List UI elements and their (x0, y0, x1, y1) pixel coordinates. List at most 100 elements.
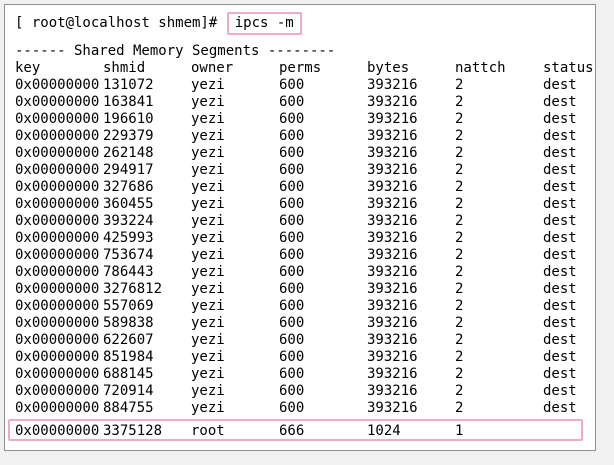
cell-bytes: 393216 (367, 332, 418, 348)
table-row: 0x00000000 262148 yezi 600 393216 2 dest (15, 145, 595, 162)
cell-nattch: 2 (455, 366, 464, 382)
column-header-bytes: bytes (367, 60, 410, 76)
cell-perms: 600 (279, 349, 305, 365)
cell-perms: 600 (279, 298, 305, 314)
cell-nattch: 2 (455, 400, 464, 416)
cell-bytes: 393216 (367, 128, 418, 144)
table-row: 0x00000000 294917 yezi 600 393216 2 dest (15, 162, 595, 179)
command-text: ipcs -m (226, 12, 302, 35)
cell-key: 0x00000000 (15, 213, 100, 229)
cell-key: 0x00000000 (15, 264, 100, 280)
cell-key: 0x00000000 (15, 349, 100, 365)
cell-perms: 600 (279, 366, 305, 382)
cell-shmid: 851984 (103, 349, 154, 365)
cell-key: 0x00000000 (15, 315, 100, 331)
cell-owner: yezi (191, 196, 225, 212)
cell-bytes: 393216 (367, 349, 418, 365)
column-header-shmid: shmid (103, 60, 146, 76)
cell-owner: yezi (191, 213, 225, 229)
cell-owner: yezi (191, 315, 225, 331)
cell-bytes: 393216 (367, 298, 418, 314)
cell-nattch: 2 (455, 281, 464, 297)
cell-bytes: 393216 (367, 264, 418, 280)
cell-owner: yezi (191, 332, 225, 348)
prompt-text: [ root@localhost shmem]# (15, 15, 218, 31)
cell-nattch: 2 (455, 298, 464, 314)
cell-bytes: 393216 (367, 247, 418, 263)
cell-nattch: 2 (455, 230, 464, 246)
cell-perms: 600 (279, 196, 305, 212)
cell-owner: yezi (191, 281, 225, 297)
cell-status: dest (543, 315, 577, 331)
cell-status: dest (543, 162, 577, 178)
cell-perms: 600 (279, 332, 305, 348)
cell-shmid: 753674 (103, 247, 154, 263)
cell-nattch: 2 (455, 213, 464, 229)
cell-shmid: 327686 (103, 179, 154, 195)
cell-nattch: 2 (455, 77, 464, 93)
cell-nattch: 2 (455, 94, 464, 110)
table-row: 0x00000000 753674 yezi 600 393216 2 dest (15, 247, 595, 264)
cell-nattch: 2 (455, 247, 464, 263)
table-row: 0x00000000 884755 yezi 600 393216 2 dest (15, 400, 595, 417)
cell-shmid: 786443 (103, 264, 154, 280)
cell-owner: yezi (191, 145, 225, 161)
cell-bytes: 393216 (367, 281, 418, 297)
cell-status: dest (543, 349, 577, 365)
table-row: 0x00000000 688145 yezi 600 393216 2 dest (15, 366, 595, 383)
cell-perms: 600 (279, 213, 305, 229)
cell-key: 0x00000000 (15, 298, 100, 314)
cell-perms: 600 (279, 145, 305, 161)
cell-shmid: 393224 (103, 213, 154, 229)
cell-owner: yezi (191, 264, 225, 280)
cell-key: 0x00000000 (15, 366, 100, 382)
cell-status: dest (543, 383, 577, 399)
cell-bytes: 393216 (367, 77, 418, 93)
cell-bytes: 393216 (367, 179, 418, 195)
cell-bytes: 393216 (367, 400, 418, 416)
cell-shmid: 425993 (103, 230, 154, 246)
cell-shmid: 622607 (103, 332, 154, 348)
cell-owner: yezi (191, 128, 225, 144)
cell-nattch: 2 (455, 128, 464, 144)
cell-owner: yezi (191, 298, 225, 314)
column-header-owner: owner (191, 60, 234, 76)
table-row: 0x00000000 425993 yezi 600 393216 2 dest (15, 230, 595, 247)
cell-status: dest (543, 128, 577, 144)
table-row: 0x00000000 3276812 yezi 600 393216 2 dest (15, 281, 595, 298)
table-row: 0x00000000 622607 yezi 600 393216 2 dest (15, 332, 595, 349)
table-row: 0x00000000 163841 yezi 600 393216 2 dest (15, 94, 595, 111)
cell-shmid: 557069 (103, 298, 154, 314)
table-row: 0x00000000 393224 yezi 600 393216 2 dest (15, 213, 595, 230)
cell-shmid: 688145 (103, 366, 154, 382)
table-row: 0x00000000 327686 yezi 600 393216 2 dest (15, 179, 595, 196)
shell-prompt-line: [ root@localhost shmem]# ipcs -m (15, 12, 302, 35)
cell-bytes: 393216 (367, 111, 418, 127)
cell-nattch: 2 (455, 349, 464, 365)
cell-status: dest (543, 298, 577, 314)
cell-key: 0x00000000 (15, 145, 100, 161)
cell-owner: yezi (191, 94, 225, 110)
cell-key: 0x00000000 (15, 332, 100, 348)
cell-owner: yezi (191, 247, 225, 263)
terminal-window[interactable]: [ root@localhost shmem]# ipcs -m ------ … (4, 4, 596, 451)
table-header: key shmid owner perms bytes nattch statu… (15, 60, 595, 77)
cell-shmid: 589838 (103, 315, 154, 331)
cell-status: dest (543, 196, 577, 212)
highlighted-row-outline (8, 419, 583, 441)
cell-status: dest (543, 77, 577, 93)
cell-bytes: 393216 (367, 383, 418, 399)
cell-status: dest (543, 230, 577, 246)
cell-shmid: 229379 (103, 128, 154, 144)
cell-perms: 600 (279, 264, 305, 280)
cell-shmid: 294917 (103, 162, 154, 178)
column-header-nattch: nattch (455, 60, 506, 76)
table-row: 0x00000000 557069 yezi 600 393216 2 dest (15, 298, 595, 315)
cell-bytes: 393216 (367, 145, 418, 161)
table-row: 0x00000000 196610 yezi 600 393216 2 dest (15, 111, 595, 128)
cell-key: 0x00000000 (15, 94, 100, 110)
cell-bytes: 393216 (367, 196, 418, 212)
table-row: 0x00000000 720914 yezi 600 393216 2 dest (15, 383, 595, 400)
cell-shmid: 3276812 (103, 281, 163, 297)
cell-bytes: 393216 (367, 213, 418, 229)
